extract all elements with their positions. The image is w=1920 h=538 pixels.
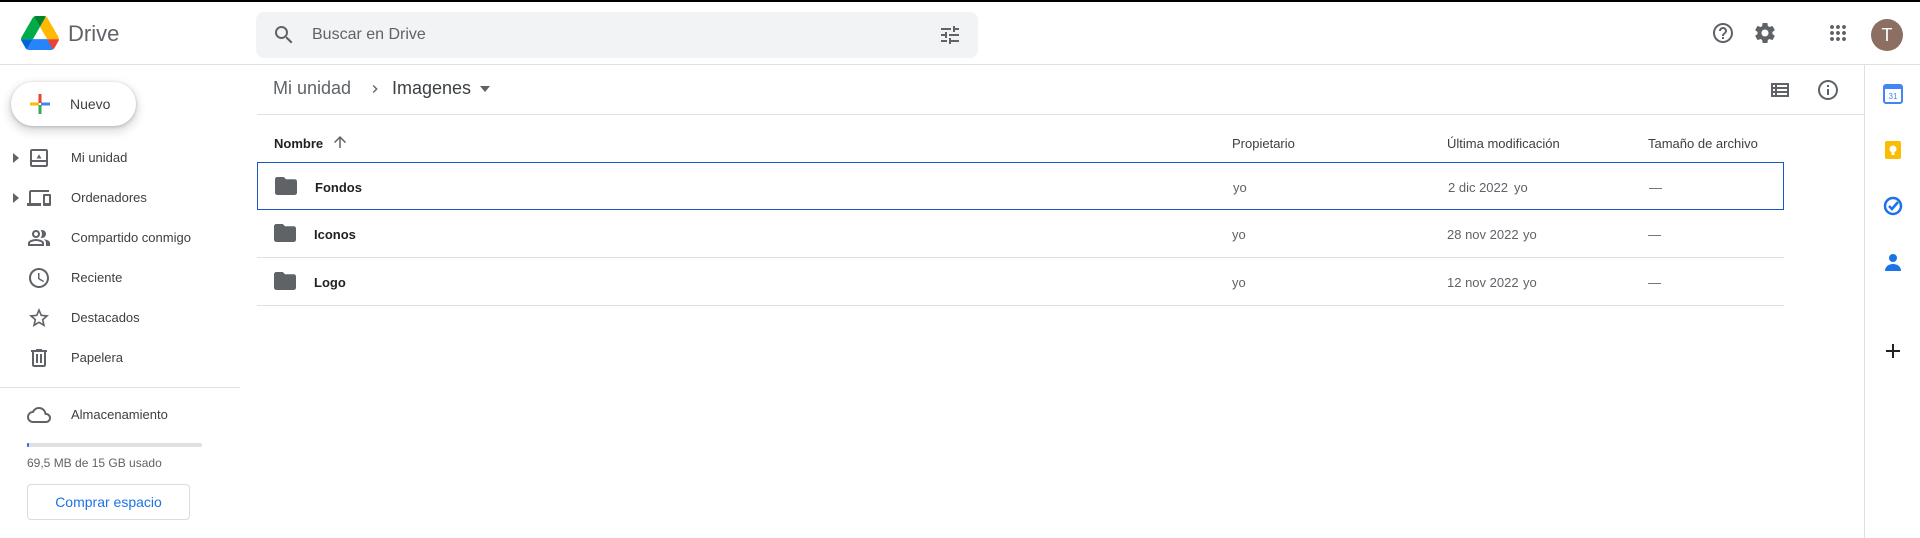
breadcrumb-my-drive[interactable]: Mi unidad <box>273 78 351 99</box>
keep-notes-icon[interactable] <box>1883 140 1903 160</box>
drive-logo-icon[interactable] <box>21 16 59 50</box>
sidebar-item-my-drive[interactable]: Mi unidad <box>0 138 240 178</box>
new-button-label: Nuevo <box>70 96 111 112</box>
avatar[interactable]: T <box>1871 19 1903 51</box>
column-header-owner[interactable]: Propietario <box>1232 136 1295 151</box>
clock-icon <box>29 268 49 288</box>
sidebar-item-trash[interactable]: Papelera <box>0 338 240 378</box>
side-panel: 31 <box>1864 65 1920 538</box>
search-options-icon[interactable] <box>938 23 962 47</box>
file-owner: yo <box>1232 227 1246 242</box>
file-modified-by: yo <box>1514 180 1528 195</box>
file-name[interactable]: Fondos <box>315 180 362 195</box>
column-header-size[interactable]: Tamaño de archivo <box>1648 136 1758 151</box>
app-header: Drive T <box>0 2 1920 65</box>
search-input[interactable] <box>312 12 912 58</box>
help-icon[interactable] <box>1711 21 1735 45</box>
storage-usage-fill <box>27 443 29 447</box>
file-size: — <box>1648 227 1661 242</box>
sidebar-item-label: Papelera <box>71 350 124 365</box>
file-size: — <box>1649 180 1662 195</box>
chevron-right-icon <box>372 85 378 93</box>
storage-label: Almacenamiento <box>71 407 168 422</box>
app-name[interactable]: Drive <box>68 21 119 47</box>
star-icon <box>29 308 49 327</box>
tasks-icon[interactable] <box>1883 196 1903 216</box>
trash-icon <box>31 349 47 367</box>
file-name[interactable]: Logo <box>314 275 346 290</box>
sidebar-item-storage[interactable]: Almacenamiento <box>0 395 240 435</box>
sidebar-item-label: Compartido conmigo <box>71 230 191 245</box>
sidebar-item-label: Destacados <box>71 310 140 325</box>
expand-arrow-icon[interactable] <box>12 153 20 163</box>
table-row[interactable]: Iconos yo 28 nov 2022 yo — <box>257 210 1784 258</box>
computers-icon <box>27 190 51 206</box>
column-header-modified[interactable]: Última modificación <box>1447 136 1560 151</box>
file-modified-by: yo <box>1523 227 1537 242</box>
file-modified-date: 2 dic 2022 <box>1448 180 1508 195</box>
info-icon[interactable] <box>1816 78 1840 102</box>
file-size: — <box>1648 275 1661 290</box>
file-modified-date: 28 nov 2022 <box>1447 227 1519 242</box>
grid-view-icon[interactable] <box>1768 78 1792 102</box>
file-modified-date: 12 nov 2022 <box>1447 275 1519 290</box>
table-row[interactable]: Logo yo 12 nov 2022 yo — <box>257 258 1784 306</box>
settings-gear-icon[interactable] <box>1753 21 1777 45</box>
plus-icon <box>30 94 50 114</box>
sidebar-item-shared-with-me[interactable]: Compartido conmigo <box>0 218 240 258</box>
sidebar-item-label: Mi unidad <box>71 150 128 165</box>
folder-icon <box>275 177 297 195</box>
add-addon-plus-icon[interactable] <box>1883 341 1903 361</box>
cloud-icon <box>27 407 51 423</box>
file-modified-by: yo <box>1523 275 1537 290</box>
file-owner: yo <box>1232 275 1246 290</box>
search-icon[interactable] <box>272 23 296 47</box>
sidebar-item-computers[interactable]: Ordenadores <box>0 178 240 218</box>
svg-text:31: 31 <box>1889 92 1898 101</box>
caret-down-icon[interactable] <box>480 85 490 93</box>
buy-storage-button[interactable]: Comprar espacio <box>27 484 190 520</box>
search-bar[interactable] <box>256 12 978 58</box>
expand-arrow-icon[interactable] <box>12 193 20 203</box>
contacts-icon[interactable] <box>1883 252 1903 272</box>
folder-icon <box>274 224 296 242</box>
sidebar-item-recent[interactable]: Reciente <box>0 258 240 298</box>
sidebar-divider <box>0 387 240 388</box>
apps-grid-icon[interactable] <box>1826 21 1850 45</box>
sidebar-item-label: Ordenadores <box>71 190 147 205</box>
breadcrumb-current-folder[interactable]: Imagenes <box>392 78 471 99</box>
file-name[interactable]: Iconos <box>314 227 356 242</box>
calendar-icon[interactable]: 31 <box>1883 84 1903 104</box>
storage-usage-text: 69,5 MB de 15 GB usado <box>27 456 162 470</box>
sort-ascending-arrow-icon[interactable] <box>331 133 349 151</box>
file-owner: yo <box>1233 180 1247 195</box>
storage-usage-bar <box>27 443 202 447</box>
sidebar-item-starred[interactable]: Destacados <box>0 298 240 338</box>
sidebar-item-label: Reciente <box>71 270 123 285</box>
column-header-name[interactable]: Nombre <box>274 136 323 151</box>
toolbar-divider <box>257 114 1864 115</box>
new-button[interactable]: Nuevo <box>11 82 136 126</box>
table-row[interactable]: Fondos yo 2 dic 2022 yo — <box>257 162 1784 210</box>
folder-icon <box>274 272 296 290</box>
shared-icon <box>28 230 50 246</box>
my-drive-icon <box>30 149 48 167</box>
